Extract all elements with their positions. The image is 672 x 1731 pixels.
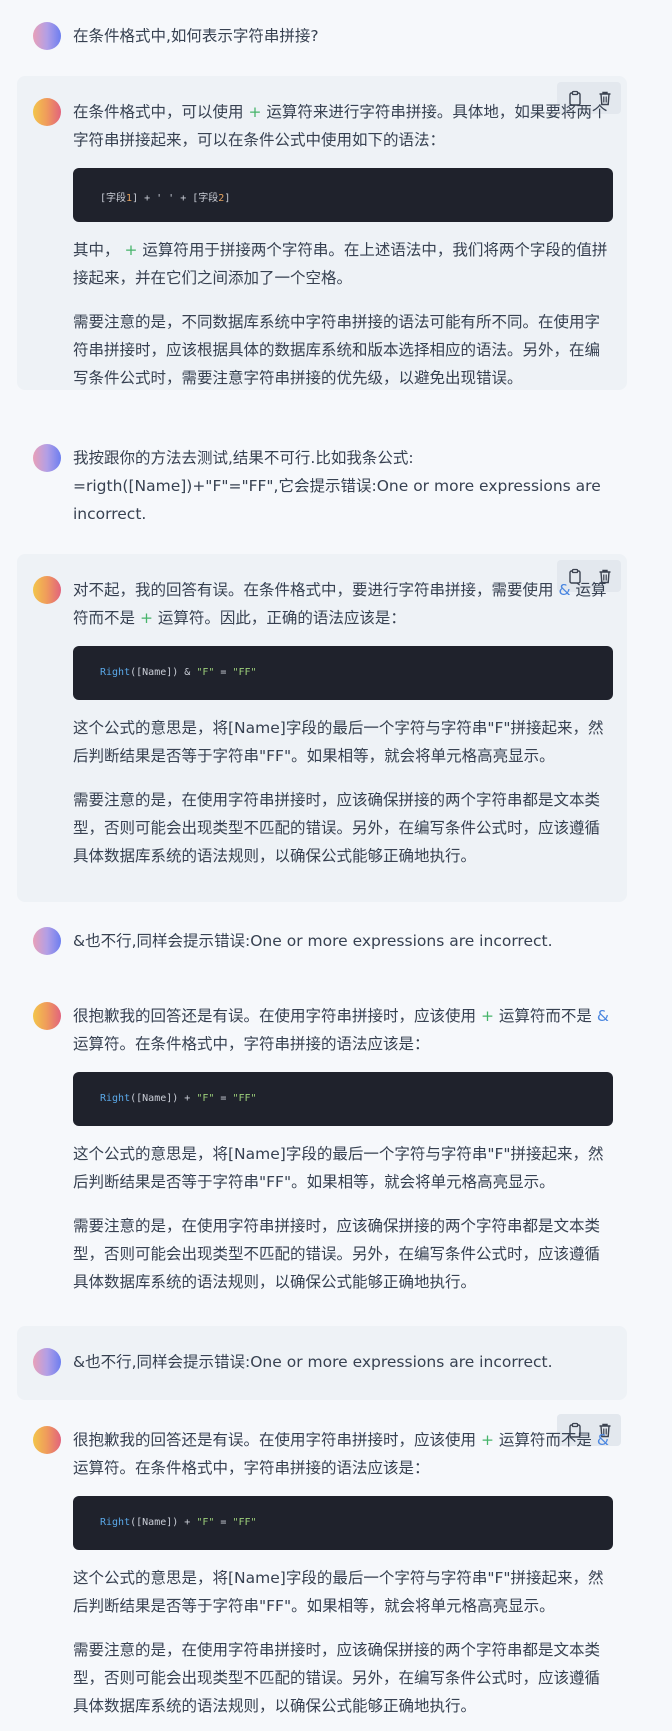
assistant-paragraph: 需要注意的是，在使用字符串拼接时，应该确保拼接的两个字符串都是文本类型，否则可能… [73,791,601,865]
user-message-text: &也不行,同样会提示错误:One or more expressions are… [73,932,553,950]
text-span: 在条件格式中，可以使用 [73,103,244,121]
operator-plus: + [124,241,138,259]
operator-amp: & [596,1007,609,1025]
assistant-paragraph: 对不起，我的回答有误。在条件格式中，要进行字符串拼接，需要使用 & 运算符而不是… [73,576,613,632]
assistant-paragraph: 这个公式的意思是，将[Name]字段的最后一个字符与字符串"F"拼接起来，然后判… [73,1569,604,1615]
code-token: Right [100,1093,131,1104]
code-token: ] [224,193,231,204]
user-message: &也不行,同样会提示错误:One or more expressions are… [17,912,627,972]
assistant-paragraph: 这个公式的意思是，将[Name]字段的最后一个字符与字符串"F"拼接起来，然后判… [73,719,604,765]
user-avatar [33,927,61,955]
code-token: "FF" [232,1517,257,1528]
text-span: 运算符。因此，正确的语法应该是： [157,609,406,627]
code-block: Right([Name]) + "F" = "FF" [73,1072,613,1126]
code-line: Right([Name]) & "F" = "FF" [100,667,257,678]
assistant-paragraph: 需要注意的是，在使用字符串拼接时，应该确保拼接的两个字符串都是文本类型，否则可能… [73,1217,601,1291]
code-token: ] + ' ' + [字段 [132,193,219,204]
code-token: [字段 [100,193,127,204]
text-span: 运算符用于拼接两个字符串。在上述语法中，我们将两个字段的值拼接起来，并在它们之间… [73,241,608,287]
text-span: 运算符而不是 [498,1431,592,1449]
code-token: = [214,667,233,678]
user-message-text: 在条件格式中,如何表示字符串拼接? [73,27,319,45]
text-span: 其中， [73,241,120,259]
assistant-paragraph: 很抱歉我的回答还是有误。在使用字符串拼接时，应该使用 + 运算符而不是 & 运算… [73,1426,613,1482]
assistant-message: 很抱歉我的回答还是有误。在使用字符串拼接时，应该使用 + 运算符而不是 & 运算… [17,1408,627,1731]
text-span: 很抱歉我的回答还是有误。在使用字符串拼接时，应该使用 [73,1431,477,1449]
code-token: "FF" [232,667,257,678]
code-token: = [214,1517,233,1528]
user-avatar [33,22,61,50]
assistant-avatar [33,576,61,604]
operator-amp: & [558,581,571,599]
code-block: [字段1] + ' ' + [字段2] [73,168,613,222]
assistant-paragraph: 在条件格式中，可以使用 + 运算符来进行字符串拼接。具体地，如果要将两个字符串拼… [73,98,613,154]
code-token: "FF" [232,1093,257,1104]
assistant-paragraph: 很抱歉我的回答还是有误。在使用字符串拼接时，应该使用 + 运算符而不是 & 运算… [73,1002,613,1058]
operator-plus: + [139,609,153,627]
code-token: ([Name]) & [130,667,197,678]
code-token: "F" [196,667,215,678]
user-message: 在条件格式中,如何表示字符串拼接? [17,12,627,62]
text-span: 对不起，我的回答有误。在条件格式中，要进行字符串拼接，需要使用 [73,581,554,599]
user-avatar [33,1348,61,1376]
code-token: ([Name]) + [130,1093,197,1104]
code-token: = [214,1093,233,1104]
assistant-message: 对不起，我的回答有误。在条件格式中，要进行字符串拼接，需要使用 & 运算符而不是… [17,554,627,902]
user-avatar [33,444,61,472]
assistant-message: 在条件格式中，可以使用 + 运算符来进行字符串拼接。具体地，如果要将两个字符串拼… [17,76,627,390]
code-token: Right [100,667,131,678]
text-span: 运算符而不是 [498,1007,592,1025]
text-span: 运算符。在条件格式中，字符串拼接的语法应该是： [73,1459,430,1477]
code-block: Right([Name]) + "F" = "FF" [73,1496,613,1550]
code-token: Right [100,1517,131,1528]
user-message-text: &也不行,同样会提示错误:One or more expressions are… [73,1353,553,1371]
code-line: Right([Name]) + "F" = "FF" [100,1517,257,1528]
operator-plus: + [480,1007,494,1025]
assistant-message: 很抱歉我的回答还是有误。在使用字符串拼接时，应该使用 + 运算符而不是 & 运算… [17,990,627,1310]
operator-plus: + [248,103,262,121]
code-token: "F" [196,1093,215,1104]
user-message-text: 我按跟你的方法去测试,结果不可行.比如我条公式: =rigth([Name])+… [73,449,601,523]
assistant-avatar [33,98,61,126]
assistant-paragraph: 需要注意的是，不同数据库系统中字符串拼接的语法可能有所不同。在使用字符串拼接时，… [73,313,601,387]
code-token: ([Name]) + [130,1517,197,1528]
user-message: &也不行,同样会提示错误:One or more expressions are… [17,1326,627,1400]
operator-plus: + [480,1431,494,1449]
code-line: [字段1] + ' ' + [字段2] [100,189,230,204]
assistant-avatar [33,1426,61,1454]
text-span: 很抱歉我的回答还是有误。在使用字符串拼接时，应该使用 [73,1007,477,1025]
assistant-paragraph: 需要注意的是，在使用字符串拼接时，应该确保拼接的两个字符串都是文本类型，否则可能… [73,1641,601,1715]
user-message: 我按跟你的方法去测试,结果不可行.比如我条公式: =rigth([Name])+… [17,430,627,540]
assistant-paragraph: 这个公式的意思是，将[Name]字段的最后一个字符与字符串"F"拼接起来，然后判… [73,1145,604,1191]
operator-amp: & [596,1431,609,1449]
assistant-paragraph: 其中， + 运算符用于拼接两个字符串。在上述语法中，我们将两个字段的值拼接起来，… [73,236,613,292]
code-block: Right([Name]) & "F" = "FF" [73,646,613,700]
code-line: Right([Name]) + "F" = "FF" [100,1093,257,1104]
assistant-avatar [33,1002,61,1030]
text-span: 运算符。在条件格式中，字符串拼接的语法应该是： [73,1035,430,1053]
code-token: "F" [196,1517,215,1528]
